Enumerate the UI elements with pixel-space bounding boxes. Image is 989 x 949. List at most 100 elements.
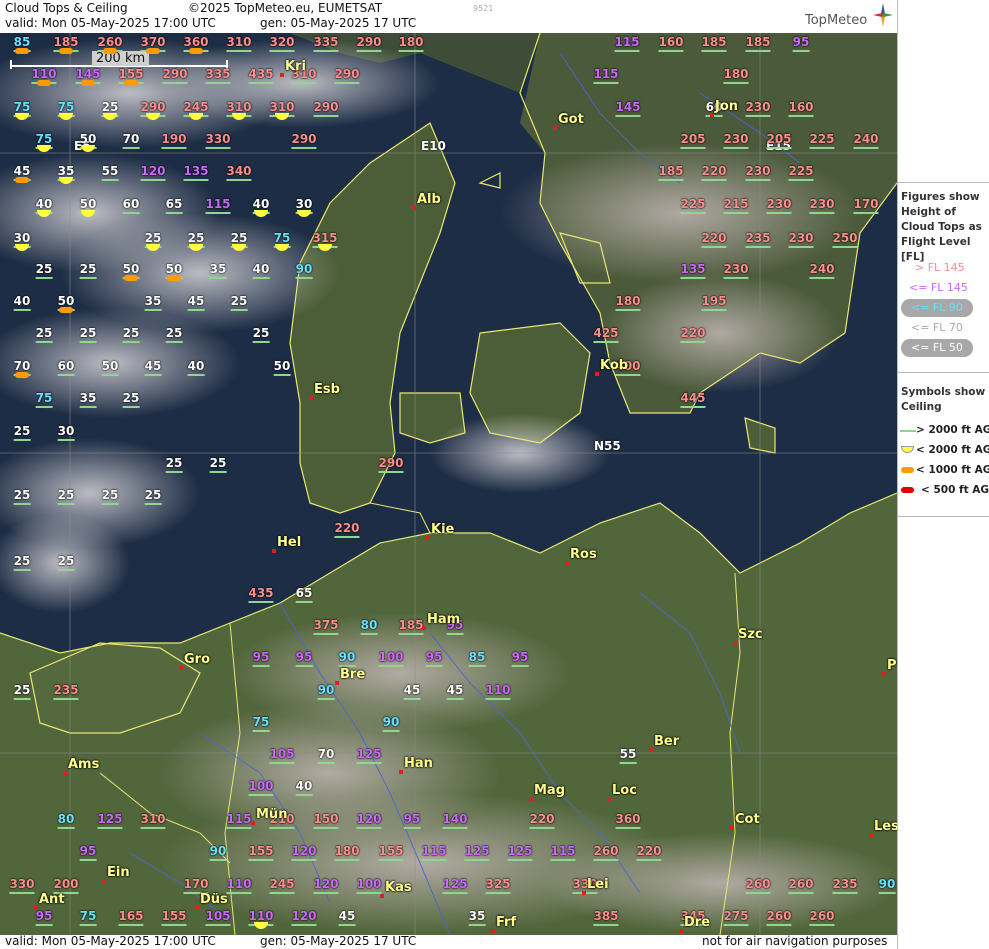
flight-level-label: 115 xyxy=(614,35,640,52)
flight-level-label: 125 xyxy=(356,747,382,764)
city-label: Düs xyxy=(200,892,228,907)
city-label: Dre xyxy=(684,915,711,930)
city-marker xyxy=(529,797,533,801)
flight-level-label: 30 xyxy=(13,231,31,248)
flight-level-label: 250 xyxy=(832,231,858,248)
flight-level-label: 180 xyxy=(615,294,641,311)
flight-level-label: 260 xyxy=(97,35,123,52)
city-marker xyxy=(733,641,737,645)
flight-level-label: 120 xyxy=(291,844,317,861)
city-marker xyxy=(553,126,557,130)
ceiling-below-1000-symbol xyxy=(15,177,29,183)
flight-level-label: 25 xyxy=(209,456,227,473)
compass-icon xyxy=(873,3,893,27)
flight-level-label: 50 xyxy=(79,197,97,214)
legend-fl-le-90: <= FL 90 xyxy=(898,299,989,317)
flight-level-label: 40 xyxy=(252,262,270,279)
flight-level-label: 330 xyxy=(205,132,231,149)
flight-level-label: 25 xyxy=(144,488,162,505)
city-label: Kas xyxy=(385,880,412,895)
flight-level-label: 95 xyxy=(425,650,443,667)
flight-level-label: 260 xyxy=(745,877,771,894)
flight-level-label: 230 xyxy=(723,132,749,149)
flight-level-label: 125 xyxy=(442,877,468,894)
flight-level-label: 165 xyxy=(118,909,144,926)
flight-level-label: 185 xyxy=(658,164,684,181)
flight-level-label: 315 xyxy=(312,231,338,248)
flight-level-label: 230 xyxy=(745,100,771,117)
flight-level-label: 25 xyxy=(57,554,75,571)
flight-level-label: 70 xyxy=(122,132,140,149)
city-label: Bre xyxy=(340,667,366,682)
flight-level-label: 50 xyxy=(273,359,291,376)
city-label: Kob xyxy=(600,358,629,373)
flight-level-label: 95 xyxy=(295,650,313,667)
flight-level-label: 25 xyxy=(35,326,53,343)
flight-level-label: 60 xyxy=(57,359,75,376)
flight-level-label: 230 xyxy=(788,231,814,248)
city-label: Ros xyxy=(570,547,597,562)
flight-level-label: 40 xyxy=(295,779,313,796)
flight-level-label: 310 xyxy=(269,100,295,117)
legend-fl-above-145: > FL 145 xyxy=(915,261,965,274)
flight-level-label: 370 xyxy=(140,35,166,52)
city-marker xyxy=(607,797,611,801)
flight-level-label: 290 xyxy=(356,35,382,52)
chart-title: Cloud Tops & Ceiling xyxy=(5,1,128,15)
legend-panel: Figures show Height of Cloud Tops as Fli… xyxy=(897,0,989,949)
flight-level-label: 220 xyxy=(680,326,706,343)
flight-level-label: 195 xyxy=(701,294,727,311)
flight-level-label: 40 xyxy=(187,359,205,376)
flight-level-label: 25 xyxy=(122,391,140,408)
ceiling-below-1000-symbol xyxy=(37,80,51,86)
flight-level-label: 155 xyxy=(378,844,404,861)
city-marker xyxy=(179,666,183,670)
city-marker xyxy=(869,833,873,837)
legend-ceiling-below-500: < 500 ft AGL xyxy=(898,482,989,500)
city-marker xyxy=(882,672,886,676)
city-label: Han xyxy=(404,756,433,771)
flight-level-label: 45 xyxy=(144,359,162,376)
valid-time: valid: Mon 05-May-2025 17:00 UTC xyxy=(5,16,216,30)
satellite-map[interactable]: 200 km E5 E10 E15 N55 851852603703603103… xyxy=(0,33,897,935)
ceiling-below-1000-symbol xyxy=(15,372,29,378)
flight-level-label: 425 xyxy=(593,326,619,343)
flight-level-label: 120 xyxy=(291,909,317,926)
flight-level-label: 290 xyxy=(140,100,166,117)
flight-level-label: 45 xyxy=(187,294,205,311)
city-marker xyxy=(102,879,106,883)
city-marker xyxy=(63,771,67,775)
flight-level-label: 35 xyxy=(468,909,486,926)
flight-level-label: 120 xyxy=(313,877,339,894)
flight-level-label: 240 xyxy=(853,132,879,149)
flight-level-label: 85 xyxy=(468,650,486,667)
flight-level-label: 220 xyxy=(701,231,727,248)
flight-level-label: 190 xyxy=(161,132,187,149)
flight-level-label: 75 xyxy=(35,132,53,149)
flight-level-label: 115 xyxy=(421,844,447,861)
flight-level-label: 185 xyxy=(745,35,771,52)
flight-level-label: 125 xyxy=(97,812,123,829)
flight-level-label: 135 xyxy=(183,164,209,181)
flight-level-label: 260 xyxy=(788,877,814,894)
city-marker xyxy=(710,113,714,117)
flight-level-label: 110 xyxy=(248,909,274,926)
flight-level-label: 180 xyxy=(723,67,749,84)
flight-level-label: 155 xyxy=(248,844,274,861)
flight-level-label: 290 xyxy=(313,100,339,117)
flight-level-label: 90 xyxy=(209,844,227,861)
scale-label: 200 km xyxy=(92,51,150,66)
flight-level-label: 110 xyxy=(31,67,57,84)
flight-level-label: 50 xyxy=(57,294,75,311)
ceiling-below-1000-symbol xyxy=(59,48,73,54)
flight-level-label: 85 xyxy=(13,35,31,52)
legend-divider xyxy=(898,182,989,183)
flight-level-label: 50 xyxy=(101,359,119,376)
flight-level-label: 105 xyxy=(205,909,231,926)
city-marker xyxy=(679,929,683,933)
flight-level-label: 25 xyxy=(13,488,31,505)
flight-level-label: 230 xyxy=(723,262,749,279)
city-marker xyxy=(582,891,586,895)
generated-time: gen: 05-May-2025 17 UTC xyxy=(260,16,417,30)
flight-level-label: 75 xyxy=(13,100,31,117)
